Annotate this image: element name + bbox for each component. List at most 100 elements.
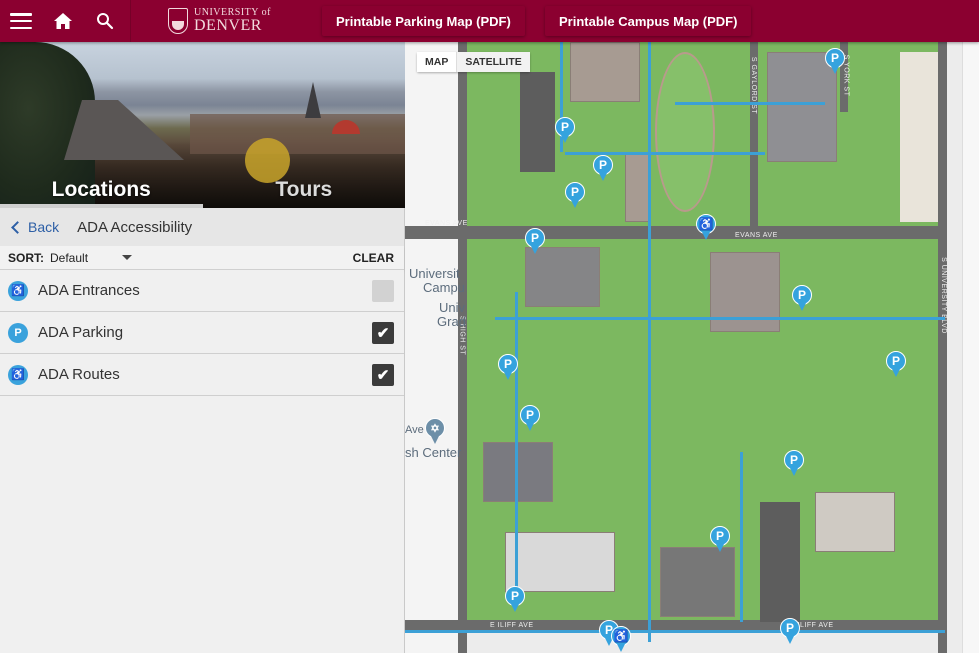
ada-route	[648, 42, 651, 642]
menu-button[interactable]	[0, 0, 42, 42]
pin-tail	[617, 644, 625, 652]
ada-parking-marker[interactable]: P	[784, 450, 804, 476]
campus-green-oval	[655, 52, 715, 212]
ada-parking-icon: P	[710, 526, 730, 546]
sort-value: Default	[50, 250, 89, 265]
ada-parking-marker[interactable]: P	[780, 618, 800, 644]
offcampus-area	[405, 42, 460, 653]
ada-parking-marker[interactable]: P	[505, 586, 525, 612]
ada-parking-marker[interactable]: P	[525, 228, 545, 254]
hamburger-icon	[10, 13, 32, 29]
home-button[interactable]	[42, 0, 84, 42]
map-edge-panel	[962, 42, 979, 653]
ada-parking-marker[interactable]: P	[565, 182, 585, 208]
label-e-iliff-ave: E ILIFF AVE	[490, 622, 534, 629]
home-icon	[54, 13, 72, 29]
ada-parking-marker[interactable]: P	[886, 351, 906, 377]
printable-parking-map-button[interactable]: Printable Parking Map (PDF)	[322, 6, 525, 36]
tab-locations[interactable]: Locations	[0, 172, 203, 208]
ada-parking-marker[interactable]: P	[498, 354, 518, 380]
building	[625, 152, 650, 222]
map-type-map-button[interactable]: MAP	[417, 52, 457, 72]
photo-roof	[64, 100, 184, 160]
layer-ada-routes[interactable]: ♿ ADA Routes ✔	[0, 354, 404, 396]
building	[815, 492, 895, 552]
campus-map[interactable]: EVANS AVE EVANS AVE E ILIFF AVE E ILIFF …	[405, 42, 979, 653]
pin-tail	[431, 436, 439, 444]
pin-tail	[790, 468, 798, 476]
ada-route	[405, 630, 945, 633]
ada-parking-marker[interactable]: P	[555, 117, 575, 143]
ada-route	[675, 102, 825, 105]
ada-route-marker[interactable]: ♿	[611, 626, 631, 652]
sort-bar: SORT: Default CLEAR	[0, 246, 404, 270]
ada-route-marker[interactable]: ♿	[696, 214, 716, 240]
pin-tail	[831, 66, 839, 74]
breadcrumb: Back ADA Accessibility	[0, 208, 404, 246]
ada-entrance-icon: ♿	[8, 280, 28, 301]
sidebar-tabs: Locations Tours	[0, 172, 405, 208]
layer-checkbox-checked[interactable]: ✔	[372, 321, 394, 344]
star-of-david-icon: ✡	[425, 418, 445, 438]
ada-parking-marker[interactable]: P	[593, 155, 613, 181]
sort-dropdown[interactable]: Default	[50, 251, 132, 265]
ada-route-icon: ♿	[611, 626, 631, 646]
pin-tail	[571, 200, 579, 208]
ada-route	[515, 292, 518, 592]
map-type-satellite-button[interactable]: SATELLITE	[456, 52, 530, 72]
ada-parking-icon: P	[792, 285, 812, 305]
ada-parking-icon: P	[565, 182, 585, 202]
ada-parking-icon: P	[886, 351, 906, 371]
ada-parking-marker[interactable]: P	[792, 285, 812, 311]
tab-tours[interactable]: Tours	[203, 172, 406, 208]
chevron-left-icon	[11, 220, 24, 234]
layer-ada-entrances[interactable]: ♿ ADA Entrances	[0, 270, 404, 312]
place-label: Univ	[439, 300, 466, 315]
pin-tail	[599, 173, 607, 181]
label-evans-ave-west: EVANS AVE	[425, 220, 468, 227]
printable-campus-map-button[interactable]: Printable Campus Map (PDF)	[545, 6, 752, 36]
photo-buildings	[190, 114, 405, 154]
back-label: Back	[28, 219, 60, 235]
sidebar: Locations Tours Back ADA Accessibility S…	[0, 42, 405, 653]
ada-parking-icon: P	[525, 228, 545, 248]
ada-parking-marker[interactable]: P	[825, 48, 845, 74]
layer-checkbox-checked[interactable]: ✔	[372, 363, 394, 386]
pin-tail	[561, 135, 569, 143]
building-residence-hall	[505, 532, 615, 592]
layer-ada-parking[interactable]: P ADA Parking ✔	[0, 312, 404, 354]
label-s-university-blvd: S UNIVERSITY BLVD	[939, 257, 947, 334]
label-s-gaylord-st: S GAYLORD ST	[750, 56, 758, 115]
pin-tail	[526, 423, 534, 431]
ada-parking-marker[interactable]: P	[710, 526, 730, 552]
ada-parking-icon: P	[498, 354, 518, 374]
pin-tail	[511, 604, 519, 612]
building-library	[710, 252, 780, 332]
pin-tail	[702, 232, 710, 240]
clear-button[interactable]: CLEAR	[353, 251, 394, 265]
header-divider	[130, 0, 131, 42]
pin-tail	[786, 636, 794, 644]
map-type-control: MAP SATELLITE	[417, 52, 530, 72]
university-logo[interactable]: UNIVERSITY of DENVER	[168, 8, 271, 34]
search-icon	[97, 13, 114, 30]
jewish-center-marker[interactable]: ✡	[425, 418, 445, 444]
place-label: sh Center	[405, 445, 462, 460]
photo-spire	[305, 82, 321, 118]
building	[483, 442, 553, 502]
ada-parking-icon: P	[825, 48, 845, 68]
back-button[interactable]: Back	[10, 219, 59, 235]
search-button[interactable]	[84, 0, 126, 42]
ada-parking-icon: P	[784, 450, 804, 470]
building-parking-garage	[660, 547, 735, 617]
ada-parking-marker[interactable]: P	[520, 405, 540, 431]
ada-parking-icon: P	[593, 155, 613, 175]
ada-parking-icon: P	[520, 405, 540, 425]
layer-name: ADA Routes	[38, 366, 120, 383]
building	[525, 247, 600, 307]
layer-checkbox-unchecked[interactable]	[372, 279, 394, 302]
layer-name: ADA Entrances	[38, 282, 140, 299]
street-s-university-blvd	[938, 42, 947, 653]
pin-tail	[798, 303, 806, 311]
pin-tail	[531, 246, 539, 254]
